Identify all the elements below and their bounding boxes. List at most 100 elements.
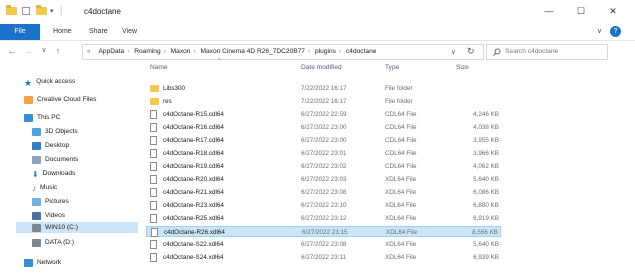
sidebar-item-videos[interactable]: Videos xyxy=(32,210,65,221)
sidebar-item-label: Music xyxy=(40,184,58,191)
minimize-button[interactable]: — xyxy=(540,4,558,18)
navigation-bar: ← → ∨ ↑ « AppData › Roaming › Maxon › Maxon… xyxy=(0,40,635,62)
column-header-type[interactable]: Type xyxy=(385,64,399,76)
new-folder-icon[interactable] xyxy=(36,5,47,17)
title-bar: ▾ | c4doctane — ☐ ✕ xyxy=(0,0,635,24)
video-icon xyxy=(32,211,41,220)
maximize-button[interactable]: ☐ xyxy=(572,4,590,18)
sidebar-item-this-pc[interactable]: This PC xyxy=(24,112,60,123)
list-item[interactable]: c4dOctane-R20.xdl64 6/27/2022 23:03 XDL6… xyxy=(146,174,501,185)
tab-file[interactable]: File xyxy=(0,24,40,40)
sidebar-item-quick-access[interactable]: ★ Quick access xyxy=(24,76,76,88)
file-icon xyxy=(150,123,157,132)
back-button[interactable]: ← xyxy=(6,45,18,57)
sidebar-item-win10-c[interactable]: WIN10 (C:) xyxy=(16,222,138,233)
sidebar-item-label: WIN10 (C:) xyxy=(45,224,78,231)
search-icon xyxy=(493,48,501,56)
recent-locations-icon[interactable]: ∨ xyxy=(38,45,50,57)
divider: | xyxy=(60,5,63,15)
file-icon xyxy=(150,214,157,223)
sidebar-item-3d-objects[interactable]: 3D Objects xyxy=(32,126,78,137)
drive-icon xyxy=(32,223,41,232)
file-icon xyxy=(150,136,157,145)
file-icon xyxy=(150,162,157,171)
desktop-icon xyxy=(32,141,41,150)
breadcrumb-item[interactable]: c4doctane xyxy=(346,48,376,55)
file-icon xyxy=(150,201,157,210)
address-bar[interactable]: « AppData › Roaming › Maxon › Maxon Cinema … xyxy=(82,44,484,60)
ribbon-tabs: File Home Share View ∨ ? xyxy=(0,24,635,41)
column-header-size[interactable]: Size xyxy=(456,64,469,76)
close-button[interactable]: ✕ xyxy=(604,4,622,18)
sidebar-item-label: This PC xyxy=(37,114,61,121)
breadcrumb-overflow-icon[interactable]: « xyxy=(87,48,91,55)
file-icon xyxy=(150,240,157,249)
pictures-icon xyxy=(32,197,41,206)
column-header-date[interactable]: Date modified xyxy=(301,64,342,76)
breadcrumb-item[interactable]: plugins xyxy=(315,48,336,55)
sidebar-item-creative-cloud[interactable]: Creative Cloud Files xyxy=(24,94,96,105)
tab-home[interactable]: Home xyxy=(53,24,72,40)
breadcrumb-item[interactable]: Maxon xyxy=(171,48,191,55)
up-button[interactable]: ↑ xyxy=(52,45,64,57)
sidebar-item-data-d[interactable]: DATA (D:) xyxy=(32,237,74,248)
list-item[interactable]: c4dOctane-R16.cdl64 6/27/2022 23:00 CDL6… xyxy=(146,122,501,133)
file-icon xyxy=(151,228,158,237)
creative-cloud-folder-icon xyxy=(24,95,33,104)
list-item[interactable]: Libs300 7/22/2022 16:17 File folder xyxy=(146,83,501,94)
list-item[interactable]: c4dOctane-R15.cdl64 6/27/2022 22:59 CDL6… xyxy=(146,109,501,120)
properties-icon[interactable] xyxy=(22,7,30,15)
forward-button[interactable]: → xyxy=(22,45,34,57)
list-item[interactable]: res 7/22/2022 16:17 File folder xyxy=(146,96,501,107)
file-icon xyxy=(150,110,157,119)
sidebar-item-network[interactable]: Network xyxy=(24,257,61,268)
sidebar-item-label: Network xyxy=(37,259,62,266)
file-icon xyxy=(150,175,157,184)
sidebar-item-documents[interactable]: Documents xyxy=(32,154,78,165)
folder-icon xyxy=(150,98,159,105)
sidebar-item-label: DATA (D:) xyxy=(45,239,75,246)
sidebar-item-label: Quick access xyxy=(36,78,76,85)
window-title: c4doctane xyxy=(84,7,121,16)
sidebar-item-downloads[interactable]: ⬇ Downloads xyxy=(32,168,75,179)
sidebar-item-label: Downloads xyxy=(42,170,76,177)
file-icon xyxy=(150,188,157,197)
list-item[interactable]: c4dOctane-R23.xdl64 6/27/2022 23:10 XDL6… xyxy=(146,200,501,211)
folder-icon xyxy=(150,85,159,92)
list-item[interactable]: c4dOctane-R21.xdl64 6/27/2022 23:08 XDL6… xyxy=(146,187,501,198)
expand-ribbon-icon[interactable]: ∨ xyxy=(597,24,602,40)
list-item[interactable]: c4dOctane-R19.cdl64 6/27/2022 23:02 CDL6… xyxy=(146,161,501,172)
list-item[interactable]: c4dOctane-S22.xdl64 6/27/2022 23:08 XDL6… xyxy=(146,239,501,250)
cube-icon xyxy=(32,127,41,136)
list-item[interactable]: c4dOctane-R17.cdl64 6/27/2022 23:00 CDL6… xyxy=(146,135,501,146)
file-icon xyxy=(150,149,157,158)
sidebar-item-label: Pictures xyxy=(45,198,69,205)
sidebar-item-label: Documents xyxy=(45,156,79,163)
breadcrumb-item[interactable]: AppData xyxy=(99,48,125,55)
tab-view[interactable]: View xyxy=(122,24,137,40)
search-box[interactable] xyxy=(486,44,608,60)
folder-icon xyxy=(6,5,17,17)
tab-share[interactable]: Share xyxy=(89,24,108,40)
address-dropdown-icon[interactable]: ∨ xyxy=(451,48,456,56)
sidebar-item-label: 3D Objects xyxy=(45,128,78,135)
list-item-selected[interactable]: c4dOctane-R26.xdl64 6/27/2022 23:15 XDL6… xyxy=(146,226,501,237)
star-icon: ★ xyxy=(24,77,33,88)
sidebar-item-music[interactable]: ♪ Music xyxy=(32,182,57,193)
sidebar-item-label: Creative Cloud Files xyxy=(37,96,97,103)
sidebar-item-desktop[interactable]: Desktop xyxy=(32,140,69,151)
sort-arrow-icon: ^ xyxy=(218,58,221,64)
list-item[interactable]: c4dOctane-R25.xdl64 6/27/2022 23:12 XDL6… xyxy=(146,213,501,224)
list-item[interactable]: c4dOctane-R18.cdl64 6/27/2022 23:01 CDL6… xyxy=(146,148,501,159)
help-icon[interactable]: ? xyxy=(610,26,621,37)
breadcrumb-item[interactable]: Maxon Cinema 4D R26_7DC20B77 xyxy=(201,48,305,55)
breadcrumb: « AppData › Roaming › Maxon › Maxon Cinema … xyxy=(87,48,377,55)
list-item[interactable]: c4dOctane-S24.xdl64 6/27/2022 23:11 XDL6… xyxy=(146,252,501,263)
network-icon xyxy=(24,258,33,267)
search-input[interactable] xyxy=(505,46,601,57)
breadcrumb-item[interactable]: Roaming xyxy=(134,48,160,55)
quick-access-toolbar-dropdown-icon[interactable]: ▾ xyxy=(50,7,54,17)
sidebar-item-pictures[interactable]: Pictures xyxy=(32,196,69,207)
column-header-name[interactable]: Name xyxy=(150,64,168,76)
refresh-icon[interactable]: ↻ xyxy=(467,46,475,57)
